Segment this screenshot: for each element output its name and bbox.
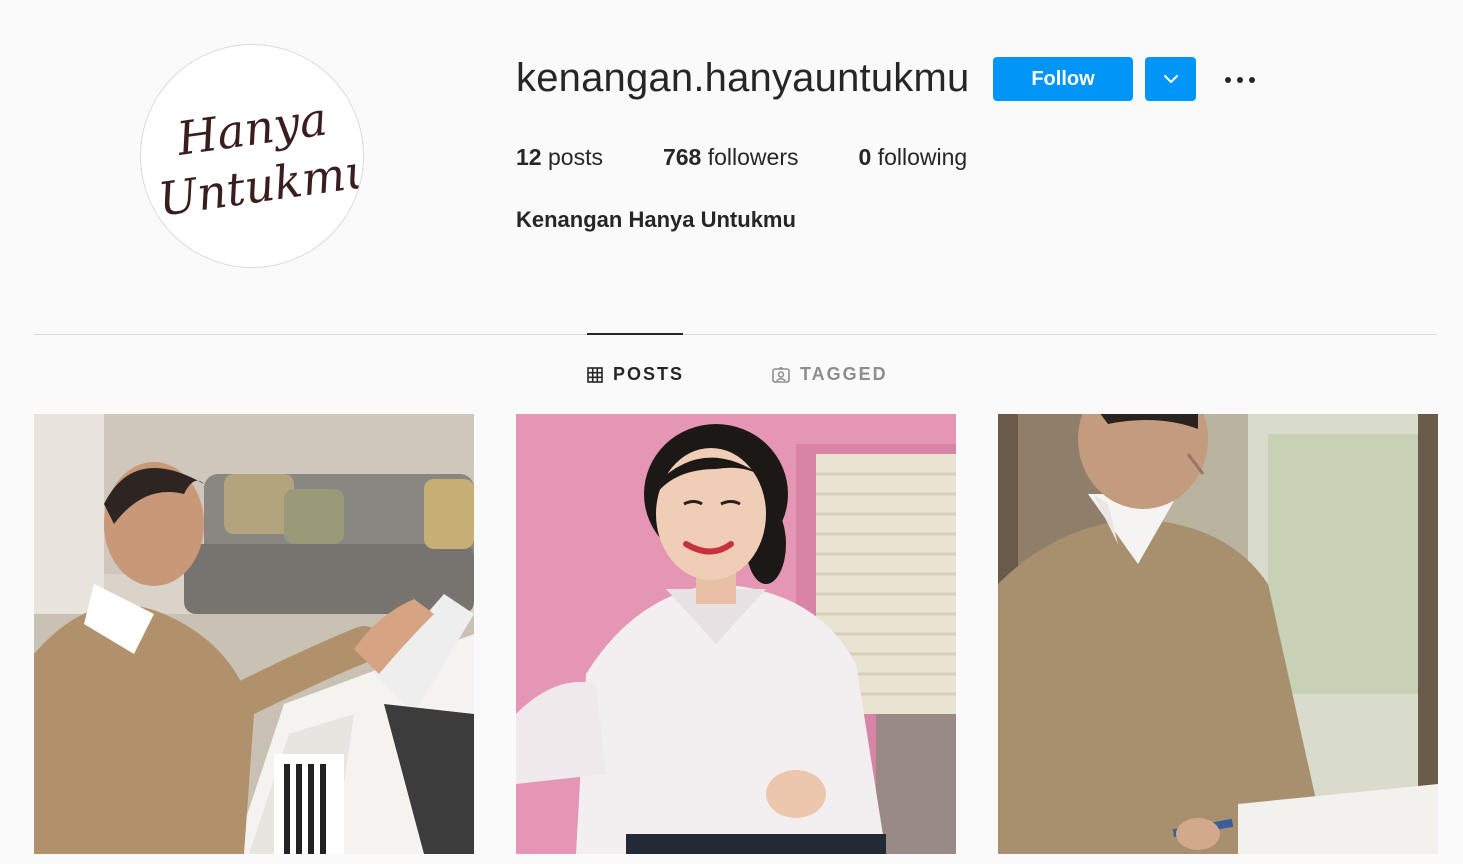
tab-tagged[interactable]: TAGGED [772, 364, 888, 385]
follow-button[interactable]: Follow [993, 57, 1133, 101]
username-heading: kenangan.hanyauntukmu [516, 56, 970, 100]
profile-stats: 12 posts 768 followers 0 following [516, 144, 1027, 171]
tagged-icon [772, 366, 790, 383]
chevron-down-icon [1163, 75, 1178, 83]
more-options-button[interactable] [1218, 66, 1262, 94]
tab-tagged-label: TAGGED [800, 364, 888, 384]
tab-posts[interactable]: POSTS [587, 364, 684, 385]
post-thumbnail-1[interactable] [34, 414, 474, 854]
man-at-piano-photo [34, 414, 474, 854]
avatar-logo: Hanya Untukmu [155, 91, 363, 226]
tab-posts-label: POSTS [613, 364, 685, 384]
following-count: 0 [858, 144, 872, 170]
suggested-accounts-dropdown-button[interactable] [1145, 57, 1196, 101]
man-reading-photo [998, 414, 1438, 854]
more-options-icon [1225, 77, 1255, 83]
followers-count: 768 [662, 144, 702, 170]
profile-full-name: Kenangan Hanya Untukmu [516, 207, 796, 232]
grid-icon [587, 366, 603, 383]
woman-in-white-shirt-photo [516, 414, 956, 854]
followers-stat[interactable]: 768 followers [663, 144, 799, 171]
following-label: following [877, 144, 968, 170]
posts-label: posts [547, 144, 603, 170]
posts-count: 12 [516, 144, 542, 170]
active-tab-indicator [587, 333, 683, 335]
tabs-divider [34, 334, 1437, 335]
post-thumbnail-2[interactable] [516, 414, 956, 854]
post-thumbnail-3[interactable] [998, 414, 1438, 854]
following-stat[interactable]: 0 following [859, 144, 968, 171]
profile-avatar[interactable]: Hanya Untukmu [140, 44, 364, 268]
posts-count-stat: 12 posts [516, 144, 603, 171]
followers-label: followers [707, 144, 799, 170]
